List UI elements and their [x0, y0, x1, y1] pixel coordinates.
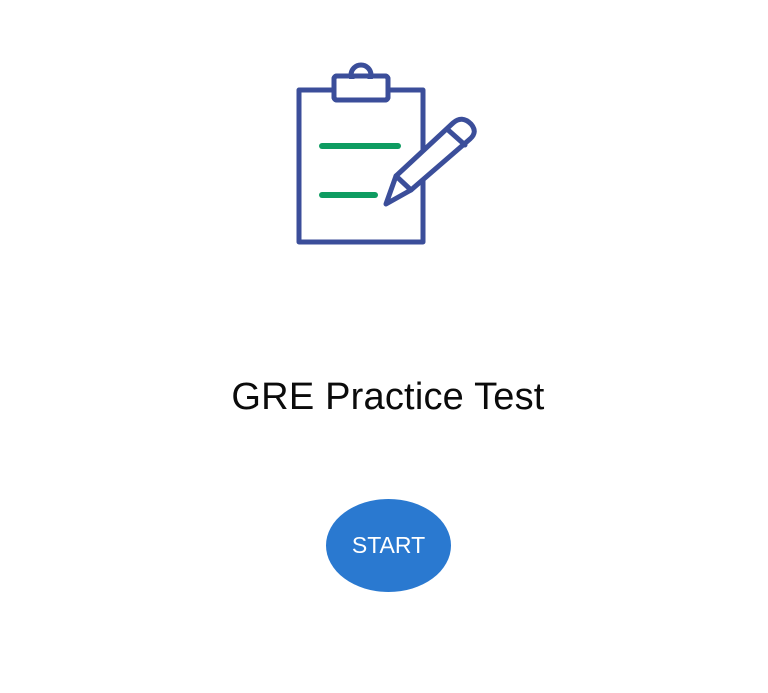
- page-title: GRE Practice Test: [231, 376, 545, 418]
- clipboard-pencil-icon: [290, 56, 490, 252]
- start-button[interactable]: START: [326, 499, 451, 592]
